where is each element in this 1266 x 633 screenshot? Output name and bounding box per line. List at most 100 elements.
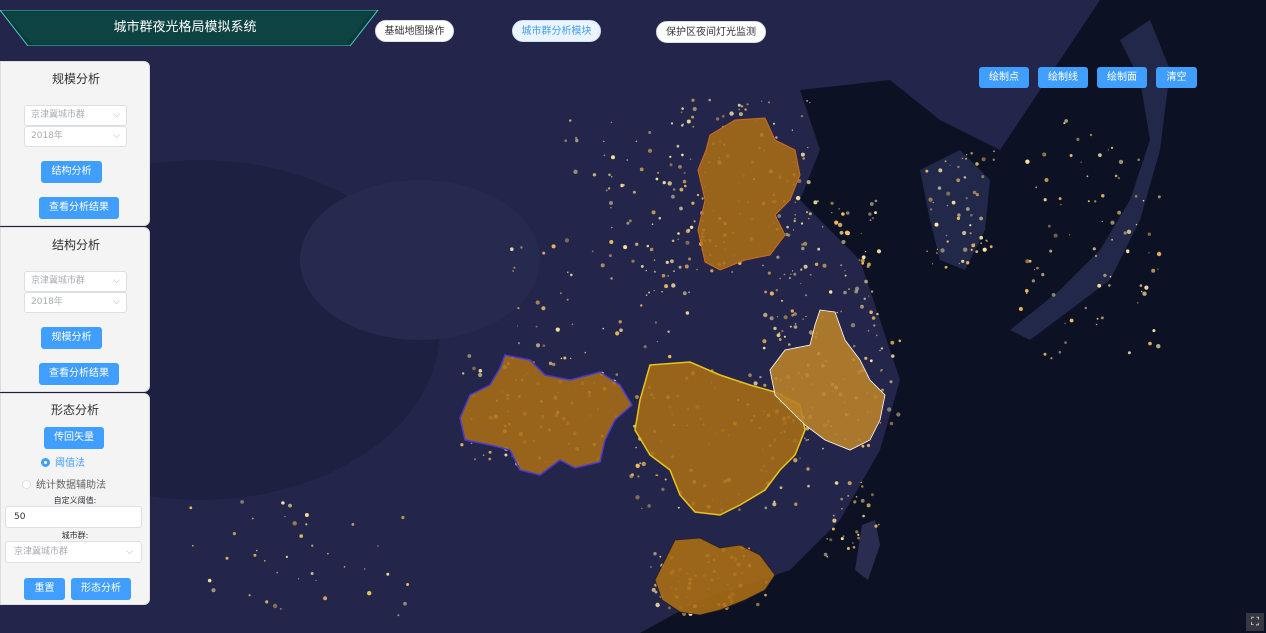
cluster-select[interactable]: 京津冀城市群 ⌵: [5, 541, 142, 563]
city-light: [861, 444, 865, 448]
draw-polygon-button[interactable]: 绘制面: [1097, 67, 1147, 88]
city-light: [1142, 291, 1147, 296]
city-light: [311, 544, 314, 547]
city-light: [852, 546, 856, 549]
city-light: [793, 325, 798, 329]
city-light: [708, 98, 711, 102]
city-light: [879, 422, 882, 424]
night-light-map[interactable]: [0, 0, 1266, 633]
fullscreen-icon[interactable]: ⛶: [1246, 613, 1264, 631]
city-light: [783, 273, 786, 276]
city-light: [970, 152, 973, 155]
module-basic-map[interactable]: 基础地图操作: [375, 20, 454, 42]
city-light: [857, 536, 860, 540]
reset-button[interactable]: 重置: [24, 578, 65, 600]
year-select[interactable]: 2018年 ⌵: [24, 126, 127, 147]
city-light: [814, 262, 819, 266]
city-light: [946, 240, 949, 243]
radio-stats[interactable]: 统计数据辅助法: [22, 476, 106, 491]
view-result-button[interactable]: 查看分析结果: [39, 363, 119, 385]
city-light: [482, 454, 485, 457]
city-light: [1108, 284, 1111, 287]
city-light: [808, 212, 812, 216]
city-light: [1101, 194, 1105, 198]
city-light: [870, 290, 874, 293]
city-light: [1042, 152, 1047, 157]
city-light: [793, 219, 796, 223]
city-light: [969, 224, 972, 227]
city-light: [871, 493, 874, 497]
city-light: [592, 173, 597, 177]
module-reserve-monitor[interactable]: 保护区夜间灯光监测: [656, 21, 766, 43]
city-light: [1110, 220, 1115, 225]
city-light: [1043, 198, 1047, 202]
title-banner: 城市群夜光格局模拟系统: [0, 10, 380, 46]
city-light: [863, 297, 866, 300]
upload-vector-button[interactable]: 传回矢量: [44, 427, 104, 449]
city-light: [671, 194, 675, 199]
city-light: [764, 290, 767, 294]
city-light: [285, 555, 288, 559]
city-light: [830, 201, 834, 205]
city-light: [1134, 194, 1138, 198]
year-select[interactable]: 2018年 ⌵: [24, 292, 127, 313]
city-light: [298, 578, 300, 580]
city-light: [962, 230, 967, 236]
morph-analyze-button[interactable]: 形态分析: [71, 578, 131, 600]
city-light: [763, 312, 768, 318]
city-light: [925, 169, 929, 173]
city-light: [1025, 259, 1030, 264]
city-light: [1157, 268, 1159, 270]
city-light: [957, 213, 961, 217]
city-light: [721, 114, 725, 118]
city-light: [930, 208, 933, 211]
city-light: [807, 439, 810, 441]
city-light: [802, 157, 805, 160]
city-light: [840, 310, 843, 313]
city-light: [992, 158, 995, 161]
threshold-input[interactable]: 50: [5, 506, 142, 528]
city-light: [776, 255, 780, 259]
city-light: [649, 247, 654, 252]
draw-point-button[interactable]: 绘制点: [979, 67, 1029, 88]
region-select[interactable]: 京津冀城市群 ⌵: [24, 271, 127, 292]
city-light: [806, 100, 808, 102]
module-city-cluster[interactable]: 城市群分析模块: [512, 20, 601, 42]
analyze-button[interactable]: 结构分析: [41, 161, 102, 183]
view-result-button[interactable]: 查看分析结果: [39, 197, 119, 219]
city-light: [364, 568, 366, 570]
city-light: [858, 259, 861, 261]
city-light: [462, 372, 465, 375]
city-light: [684, 184, 687, 188]
city-light: [871, 217, 875, 220]
city-light: [672, 188, 676, 191]
region-select[interactable]: 京津冀城市群 ⌵: [24, 105, 127, 126]
city-light: [772, 502, 777, 507]
city-light: [676, 144, 680, 148]
city-light: [685, 240, 690, 245]
city-light: [1139, 284, 1143, 287]
chevron-down-icon: ⌵: [113, 297, 120, 307]
city-light: [788, 277, 791, 279]
city-light: [813, 200, 818, 205]
city-light: [794, 214, 796, 216]
city-light: [460, 443, 464, 447]
analyze-button[interactable]: 规模分析: [41, 327, 102, 349]
city-light: [775, 289, 778, 292]
draw-line-button[interactable]: 绘制线: [1038, 67, 1088, 88]
radio-threshold[interactable]: 阈值法: [41, 454, 85, 469]
city-light: [1053, 233, 1058, 238]
city-light: [790, 273, 792, 276]
chevron-down-icon: ⌵: [113, 276, 120, 286]
city-light: [1080, 161, 1082, 163]
city-light: [1103, 273, 1107, 278]
clear-button[interactable]: 清空: [1156, 67, 1197, 88]
city-light: [677, 506, 680, 509]
city-light: [574, 136, 578, 140]
city-light: [668, 606, 671, 610]
city-light: [860, 481, 862, 484]
city-light: [1025, 159, 1030, 164]
city-light: [542, 344, 546, 348]
city-light: [513, 266, 516, 269]
city-light: [792, 229, 795, 231]
